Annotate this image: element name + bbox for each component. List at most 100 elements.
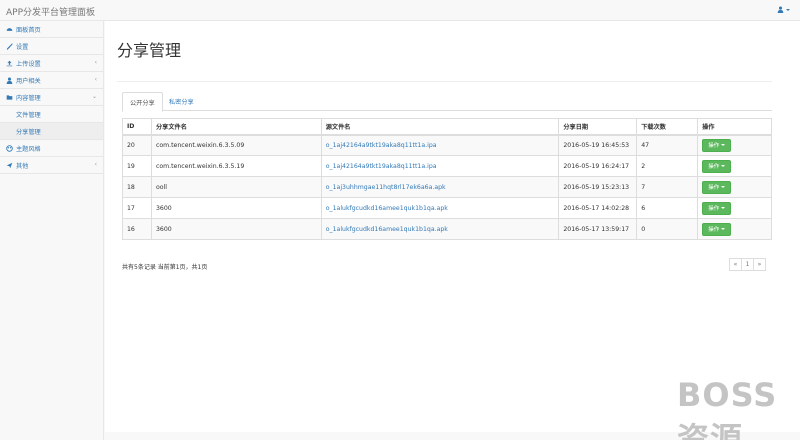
chevron-left-icon: ‹ [94,161,97,168]
chevron-down-icon: ⌄ [91,93,97,100]
cell-source: o_1aj42164a9tkt19aka8q11tt1a.ipa [320,155,560,177]
cell-date: 2016-05-17 14:02:28 [558,197,638,219]
title-divider [117,81,772,82]
cell-action: 操作 [697,134,772,156]
send-icon [6,162,13,169]
sidebar-item-content[interactable]: 内容管理 ⌄ [0,89,103,106]
action-label: 操作 [708,185,720,191]
user-menu[interactable] [777,6,790,13]
cell-action: 操作 [697,176,772,198]
cell-share-name: 3600 [150,197,322,219]
cell-share-name: 3600 [150,218,322,240]
action-label: 操作 [708,143,720,150]
chevron-left-icon: ‹ [94,76,97,83]
cell-id: 16 [122,218,152,240]
page-title: 分享管理 [117,41,182,60]
action-label: 操作 [708,206,720,212]
action-dropdown-button[interactable]: 操作 [702,222,732,236]
palette-icon [6,144,13,152]
action-dropdown-button[interactable]: 操作 [702,180,732,194]
sidebar-item-label: 上传设置 [16,60,41,68]
sidebar-item-upload-settings[interactable]: 上传设置 ‹ [0,55,103,72]
action-dropdown-button[interactable]: 操作 [702,159,732,173]
sidebar-item-label: 主题风格 [16,145,41,153]
tab-private-share[interactable]: 私密分享 [162,92,201,111]
column-header-downloads: 下载次数 [636,118,699,136]
column-header-share-name: 分享文件名 [150,118,322,136]
cell-date: 2016-05-19 15:23:13 [558,176,638,198]
column-header-source-name: 源文件名 [320,118,560,136]
user-icon [777,6,784,13]
caret-down-icon [721,186,726,188]
cell-action: 操作 [697,218,772,240]
cell-date: 2016-05-19 16:24:17 [558,155,638,177]
sidebar: 面板首页 设置 上传设置 ‹ 用户相关 ‹ 内容管理 ⌄ 文件管理 分享管理 主… [0,21,104,440]
action-label: 操作 [708,227,720,233]
dashboard-icon [6,26,13,33]
cell-downloads: 0 [636,218,699,240]
table-row: 16 3600 o_1alukfgcudkd16amee1quk1b1qa.ap… [122,218,772,240]
column-header-actions: 操作 [697,118,772,136]
brand-title[interactable]: APP分发平台管理面板 [6,5,95,18]
caret-down-icon [721,207,726,209]
source-file-link[interactable]: o_1aj3uhhmgae11hqt8rl17ek6a6a.apk [326,184,446,191]
cell-id: 17 [122,197,152,219]
cell-action: 操作 [697,155,772,177]
sidebar-item-dashboard[interactable]: 面板首页 [0,21,103,38]
cell-share-name: com.tencent.weixin.6.3.5.09 [150,134,322,156]
cell-id: 20 [122,134,152,156]
column-header-share-date: 分享日期 [558,118,638,136]
table-row: 20 com.tencent.weixin.6.3.5.09 o_1aj4216… [122,134,772,156]
caret-down-icon [721,144,726,147]
top-navbar: APP分发平台管理面板 [0,0,800,21]
sidebar-item-label: 其他 [16,162,29,170]
tab-public-share[interactable]: 公开分享 [122,92,163,112]
cell-share-name: com.tencent.weixin.6.3.5.19 [150,155,322,177]
sidebar-item-theme[interactable]: 主题风格 [0,140,103,157]
pagination-next[interactable]: » [753,258,766,271]
main-content: 分享管理 公开分享 私密分享 ID 分享文件名 源文件名 分享日期 下载次数 操… [105,21,800,440]
cell-downloads: 47 [636,134,699,156]
cell-source: o_1aj3uhhmgae11hqt8rl17ek6a6a.apk [320,176,560,198]
source-file-link[interactable]: o_1aj42164a9tkt19aka8q11tt1a.ipa [326,142,437,149]
cell-action: 操作 [697,197,772,219]
sidebar-subitem-files[interactable]: 文件管理 [0,106,103,123]
sidebar-subitem-shares[interactable]: 分享管理 [0,123,103,140]
pagination: « 1 » [729,258,766,271]
cell-source: o_1alukfgcudkd16amee1quk1b1qa.apk [320,218,560,240]
cell-date: 2016-05-19 16:45:53 [558,134,638,156]
cell-downloads: 2 [636,155,699,177]
action-dropdown-button[interactable]: 操作 [702,138,732,152]
user-icon [6,77,13,84]
share-table: ID 分享文件名 源文件名 分享日期 下载次数 操作 20 com.tencen… [122,118,772,240]
cell-date: 2016-05-17 13:59:17 [558,218,638,240]
cell-downloads: 7 [636,176,699,198]
source-file-link[interactable]: o_1alukfgcudkd16amee1quk1b1qa.apk [326,205,448,212]
cell-source: o_1alukfgcudkd16amee1quk1b1qa.apk [320,197,560,219]
cell-id: 19 [122,155,152,177]
chevron-left-icon: ‹ [94,59,97,66]
folder-icon [6,94,13,101]
table-row: 19 com.tencent.weixin.6.3.5.19 o_1aj4216… [122,155,772,177]
caret-down-icon [721,165,726,167]
action-dropdown-button[interactable]: 操作 [702,201,732,215]
cell-source: o_1aj42164a9tkt19aka8q11tt1a.ipa [320,134,560,156]
column-header-id: ID [122,118,152,136]
sidebar-item-users[interactable]: 用户相关 ‹ [0,72,103,89]
sidebar-item-label: 设置 [16,43,29,51]
cell-share-name: ooll [150,176,322,198]
action-label: 操作 [708,164,720,170]
source-file-link[interactable]: o_1alukfgcudkd16amee1quk1b1qa.apk [326,226,448,233]
cell-downloads: 6 [636,197,699,219]
sidebar-item-other[interactable]: 其他 ‹ [0,157,103,174]
sidebar-item-settings[interactable]: 设置 [0,38,103,55]
source-file-link[interactable]: o_1aj42164a9tkt19aka8q11tt1a.ipa [326,163,437,170]
table-header-row: ID 分享文件名 源文件名 分享日期 下载次数 操作 [122,118,772,136]
chevron-down-icon [786,8,790,11]
share-tabs: 公开分享 私密分享 [122,92,772,112]
record-summary: 共有5条记录 当前第1页，共1页 [122,264,208,271]
upload-icon [6,60,13,67]
table-row: 18 ooll o_1aj3uhhmgae11hqt8rl17ek6a6a.ap… [122,176,772,198]
sidebar-item-label: 用户相关 [16,77,41,85]
caret-down-icon [721,228,726,230]
